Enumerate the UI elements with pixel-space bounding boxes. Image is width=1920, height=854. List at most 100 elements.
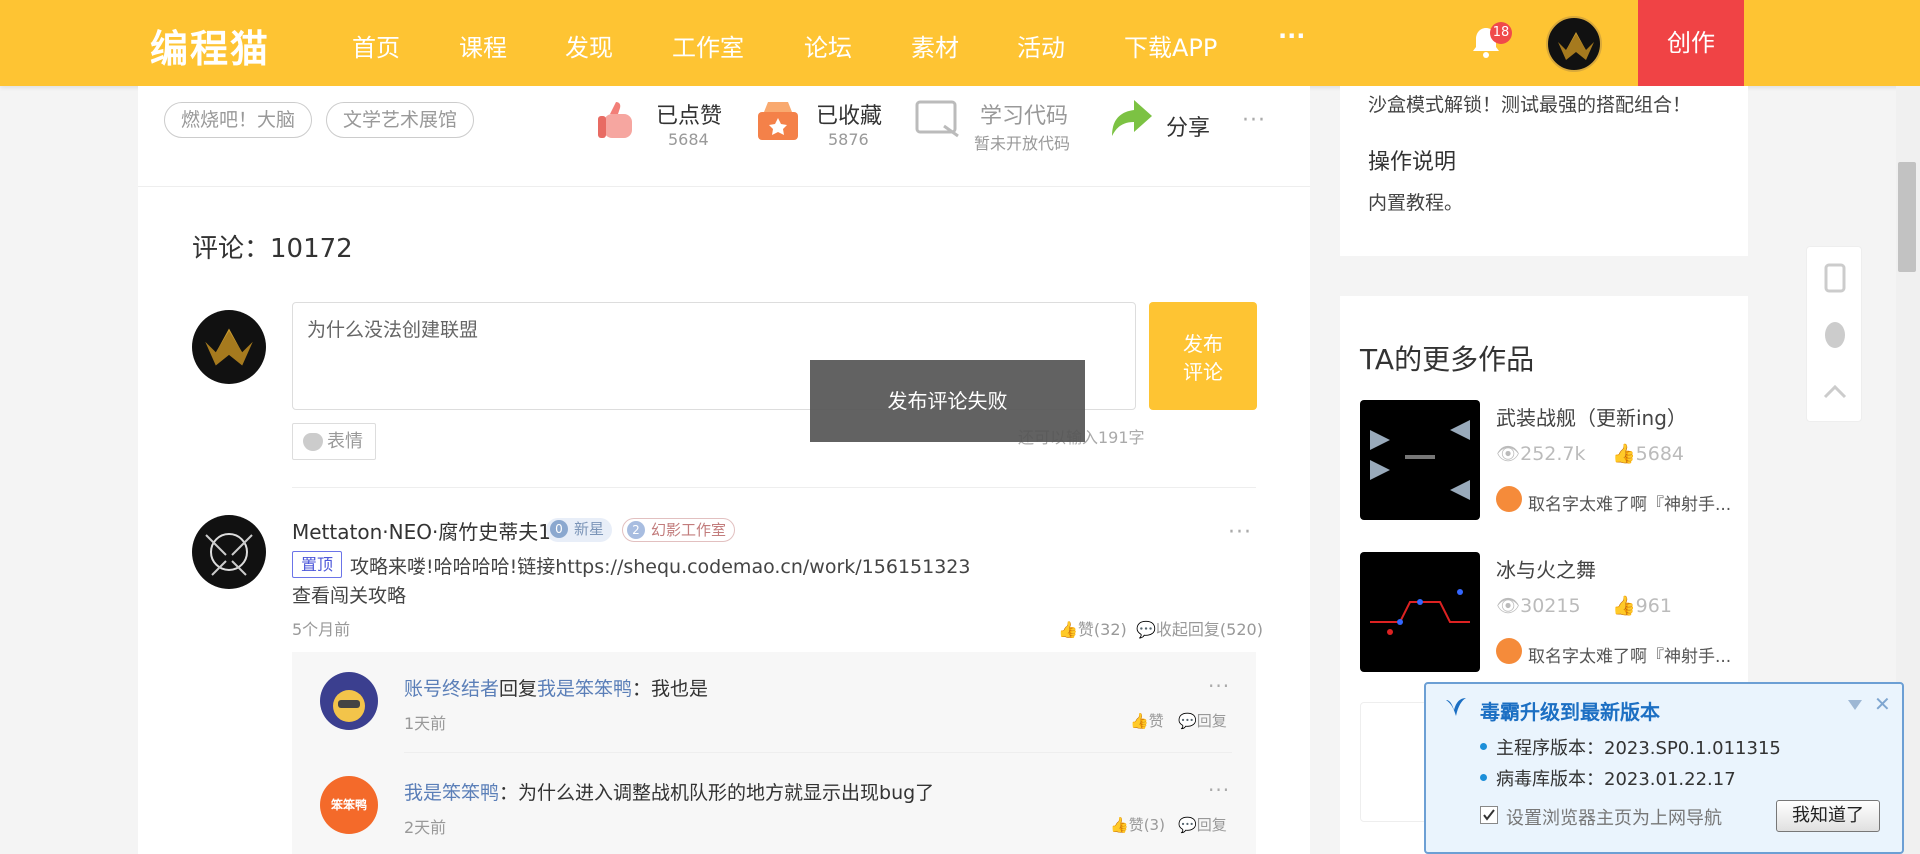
- work-thumbnail[interactable]: [1360, 400, 1480, 520]
- qq-penguin-icon[interactable]: [1807, 305, 1863, 365]
- work-views-count: 252.7k: [1520, 443, 1586, 465]
- work-more-button[interactable]: ···: [1242, 108, 1266, 133]
- badge-studio[interactable]: 2 幻影工作室: [622, 518, 736, 542]
- nav-item-home[interactable]: 首页: [352, 28, 400, 63]
- mobile-phone-icon[interactable]: [1807, 247, 1863, 307]
- nav-item-forum[interactable]: 论坛: [804, 28, 852, 63]
- comment-text-line2: 查看闯关攻略: [292, 585, 407, 607]
- chevron-up-icon[interactable]: [1807, 361, 1863, 421]
- nav-more[interactable]: ···: [1278, 22, 1305, 50]
- avatar[interactable]: [320, 672, 378, 730]
- emoji-button[interactable]: 表情: [292, 423, 376, 460]
- nav-item-studio[interactable]: 工作室: [672, 28, 744, 63]
- reply-username[interactable]: 账号终结者: [404, 678, 499, 700]
- eye-icon: 👁: [1496, 595, 1521, 617]
- reply-like-button[interactable]: 👍赞(3): [1110, 814, 1165, 835]
- work-likes: 👍5684: [1612, 442, 1684, 465]
- avatar[interactable]: [192, 515, 266, 589]
- north-logo-icon: [205, 328, 253, 366]
- main-version: 主程序版本：2023.SP0.1.011315: [1496, 738, 1781, 759]
- collect-label: 已收藏: [816, 104, 883, 129]
- reply-username[interactable]: 我是笨笨鸭: [404, 782, 499, 804]
- reply-content: ：我也是: [632, 678, 709, 700]
- thumbs-up-icon: 👍: [1110, 816, 1129, 834]
- instructions-title: 操作说明: [1368, 150, 1457, 175]
- reply-text: 我是笨笨鸭：为什么进入调整战机队形的地方就显示出现bug了: [404, 778, 934, 805]
- badge-new-star[interactable]: 0 新星: [546, 518, 613, 542]
- learn-code-label: 学习代码: [980, 104, 1069, 129]
- work-title[interactable]: 冰与火之舞: [1496, 554, 1596, 583]
- avatar[interactable]: 笨笨鸭: [320, 776, 378, 834]
- notification-badge: 18: [1490, 22, 1512, 44]
- close-icon[interactable]: ✕: [1874, 692, 1891, 716]
- site-logo[interactable]: 编程猫: [150, 18, 270, 73]
- publish-label: 发布 评论: [1183, 332, 1223, 384]
- like-count: 5684: [668, 130, 709, 149]
- badge-studio-label: 幻影工作室: [651, 521, 727, 539]
- create-button[interactable]: 创作: [1638, 0, 1744, 86]
- reply-reply-button[interactable]: 💬回复: [1178, 710, 1227, 731]
- cat-face-icon: [303, 433, 323, 451]
- share-arrow-icon: [1112, 100, 1152, 136]
- reply-like-label: 赞(3): [1128, 816, 1165, 834]
- nav-item-discover[interactable]: 发现: [565, 28, 613, 63]
- collect-count: 5876: [828, 130, 869, 149]
- reply-more-button[interactable]: ···: [1208, 674, 1230, 698]
- tag-burn-brain[interactable]: 燃烧吧！大脑: [164, 102, 313, 138]
- work-likes: 👍961: [1612, 594, 1672, 617]
- work-author[interactable]: 取名字太难了啊『神射手...: [1528, 490, 1731, 515]
- reply-reply-label: 回复: [1196, 816, 1227, 834]
- work-author[interactable]: 取名字太难了啊『神射手...: [1528, 642, 1731, 667]
- tag-art-gallery[interactable]: 文学艺术展馆: [326, 102, 475, 138]
- more-works-title: TA的更多作品: [1360, 343, 1535, 376]
- triangle-down-icon[interactable]: [1846, 698, 1864, 712]
- bullet-dot: [1480, 743, 1487, 750]
- nav-item-materials[interactable]: 素材: [911, 28, 959, 63]
- collapse-replies-button[interactable]: 💬收起回复(520): [1136, 616, 1263, 640]
- scrollbar-thumb[interactable]: [1898, 162, 1916, 272]
- avatar: [192, 310, 266, 384]
- comment-text: 攻略来喽!哈哈哈哈!链接https://shequ.codemao.cn/wor…: [350, 556, 971, 578]
- reply-reply-button[interactable]: 💬回复: [1178, 814, 1227, 835]
- rhythm-game-art: [1370, 589, 1470, 635]
- reply-like-button[interactable]: 👍赞: [1130, 710, 1164, 731]
- nav-item-courses[interactable]: 课程: [459, 28, 507, 63]
- nav-item-events[interactable]: 活动: [1017, 28, 1065, 63]
- reply-target-username[interactable]: 我是笨笨鸭: [537, 678, 632, 700]
- reply-more-button[interactable]: ···: [1208, 778, 1230, 802]
- comment-like-count: 赞(32): [1077, 620, 1127, 639]
- got-it-button[interactable]: 我知道了: [1776, 800, 1880, 832]
- reply-text: 账号终结者回复我是笨笨鸭：我也是: [404, 674, 708, 701]
- thumbs-up-icon: 👍: [1612, 595, 1636, 617]
- reply-content: ：为什么进入调整战机队形的地方就显示出现bug了: [499, 782, 935, 804]
- avatar[interactable]: [1546, 16, 1602, 72]
- top-nav: 编程猫 首页 课程 发现 工作室 论坛 素材 活动 下载APP ··· 18 创…: [0, 0, 1920, 86]
- checkmark-icon: [1483, 809, 1495, 821]
- floating-toolbar: [1806, 246, 1862, 422]
- comment-time: 5个月前: [292, 620, 351, 639]
- reply-reply-label: 回复: [1196, 712, 1227, 730]
- thumbs-up-icon: 👍: [1612, 443, 1636, 465]
- nav-item-download-app[interactable]: 下载APP: [1124, 28, 1217, 63]
- homepage-checkbox-label: 设置浏览器主页为上网导航: [1506, 808, 1722, 829]
- comment-like-button[interactable]: 👍赞(32): [1058, 616, 1127, 640]
- collapse-replies-label: 收起回复(520): [1155, 620, 1263, 639]
- publish-comment-button[interactable]: 发布 评论: [1149, 302, 1257, 410]
- like-label: 已点赞: [656, 104, 723, 129]
- work-thumbnail[interactable]: [1360, 552, 1480, 672]
- divider: [404, 752, 1232, 753]
- comment-username[interactable]: Mettaton·NEO·腐竹史蒂夫1: [292, 516, 551, 545]
- comment-more-button[interactable]: ···: [1228, 520, 1252, 545]
- work-likes-count: 5684: [1635, 443, 1685, 465]
- reply-time: 2天前: [404, 818, 447, 837]
- work-views-count: 30215: [1520, 595, 1581, 617]
- chat-bubble-icon: 💬: [1178, 712, 1197, 730]
- badge-level: 2: [627, 521, 645, 539]
- code-unavailable: 暂未开放代码: [974, 134, 1071, 153]
- work-title[interactable]: 武装战舰（更新ing）: [1496, 402, 1687, 431]
- intro-text: 沙盒模式解锁！测试最强的搭配组合！: [1368, 94, 1692, 116]
- virus-db-version: 病毒库版本：2023.01.22.17: [1496, 769, 1736, 790]
- pinned-badge: 置顶: [292, 551, 343, 578]
- homepage-checkbox[interactable]: [1480, 806, 1498, 824]
- avatar-text: 笨笨鸭: [330, 798, 367, 812]
